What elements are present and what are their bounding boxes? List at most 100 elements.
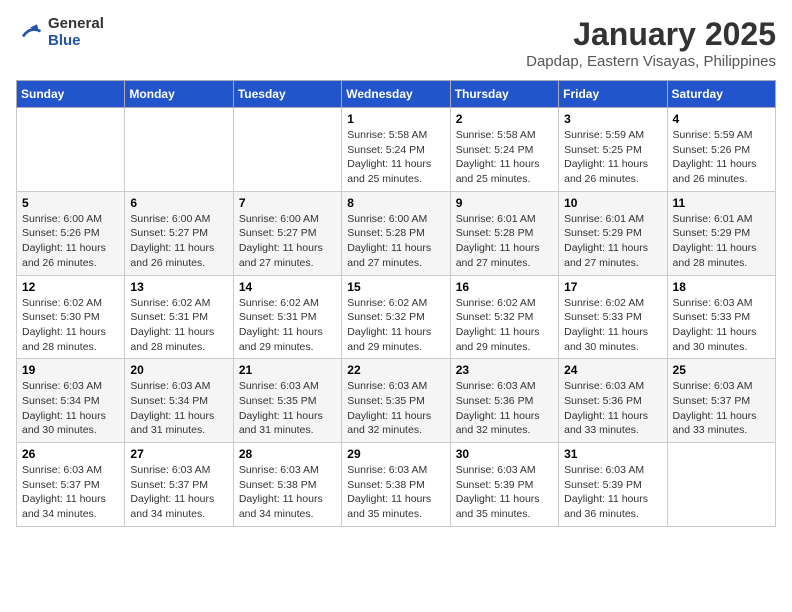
calendar-cell: 18Sunrise: 6:03 AMSunset: 5:33 PMDayligh… (667, 275, 775, 359)
calendar-cell: 30Sunrise: 6:03 AMSunset: 5:39 PMDayligh… (450, 443, 558, 527)
sunrise-text: Sunrise: 6:03 AM (239, 463, 336, 478)
day-info: Sunrise: 6:00 AMSunset: 5:27 PMDaylight:… (239, 212, 336, 271)
calendar-cell: 28Sunrise: 6:03 AMSunset: 5:38 PMDayligh… (233, 443, 341, 527)
sunset-text: Sunset: 5:37 PM (22, 478, 119, 493)
day-info: Sunrise: 6:02 AMSunset: 5:30 PMDaylight:… (22, 296, 119, 355)
calendar-cell: 7Sunrise: 6:00 AMSunset: 5:27 PMDaylight… (233, 191, 341, 275)
calendar-cell (233, 108, 341, 192)
calendar-header-row: SundayMondayTuesdayWednesdayThursdayFrid… (17, 81, 776, 108)
day-info: Sunrise: 6:03 AMSunset: 5:38 PMDaylight:… (239, 463, 336, 522)
sunset-text: Sunset: 5:24 PM (347, 143, 444, 158)
sunrise-text: Sunrise: 6:03 AM (347, 463, 444, 478)
day-info: Sunrise: 6:02 AMSunset: 5:32 PMDaylight:… (456, 296, 553, 355)
sunrise-text: Sunrise: 6:03 AM (673, 379, 770, 394)
daylight-text: Daylight: 11 hours and 32 minutes. (347, 409, 444, 438)
location-subtitle: Dapdap, Eastern Visayas, Philippines (526, 53, 776, 70)
sunrise-text: Sunrise: 6:02 AM (564, 296, 661, 311)
sunrise-text: Sunrise: 6:00 AM (239, 212, 336, 227)
sunrise-text: Sunrise: 6:03 AM (564, 379, 661, 394)
calendar-cell: 12 Sunrise: 6:02 AMSunset: 5:30 PMDayligh… (17, 275, 125, 359)
day-info: Sunrise: 6:01 AMSunset: 5:29 PMDaylight:… (564, 212, 661, 271)
sunrise-text: Sunrise: 6:03 AM (239, 379, 336, 394)
sunset-text: Sunset: 5:29 PM (673, 226, 770, 241)
sunset-text: Sunset: 5:35 PM (347, 394, 444, 409)
daylight-text: Daylight: 11 hours and 29 minutes. (456, 325, 553, 354)
day-info: Sunrise: 6:01 AMSunset: 5:28 PMDaylight:… (456, 212, 553, 271)
daylight-text: Daylight: 11 hours and 27 minutes. (456, 241, 553, 270)
day-info: Sunrise: 6:02 AMSunset: 5:33 PMDaylight:… (564, 296, 661, 355)
daylight-text: Daylight: 11 hours and 31 minutes. (130, 409, 227, 438)
sunset-text: Sunset: 5:38 PM (347, 478, 444, 493)
day-number: 9 (456, 196, 553, 210)
sunset-text: Sunset: 5:32 PM (347, 310, 444, 325)
daylight-text: Daylight: 11 hours and 26 minutes. (130, 241, 227, 270)
sunset-text: Sunset: 5:26 PM (673, 143, 770, 158)
calendar-cell: 4Sunrise: 5:59 AMSunset: 5:26 PMDaylight… (667, 108, 775, 192)
sunset-text: Sunset: 5:31 PM (239, 310, 336, 325)
sunrise-text: Sunrise: 6:03 AM (456, 379, 553, 394)
logo-blue: Blue (48, 33, 104, 50)
daylight-text: Daylight: 11 hours and 25 minutes. (347, 157, 444, 186)
day-number: 19 (22, 363, 119, 377)
sunrise-text: Sunrise: 6:03 AM (130, 463, 227, 478)
daylight-text: Daylight: 11 hours and 30 minutes. (564, 325, 661, 354)
day-number: 1 (347, 112, 444, 126)
calendar-cell: 31Sunrise: 6:03 AMSunset: 5:39 PMDayligh… (559, 443, 667, 527)
calendar-cell: 2Sunrise: 5:58 AMSunset: 5:24 PMDaylight… (450, 108, 558, 192)
day-info: Sunrise: 6:03 AMSunset: 5:36 PMDaylight:… (456, 379, 553, 438)
day-info: Sunrise: 6:03 AMSunset: 5:39 PMDaylight:… (456, 463, 553, 522)
calendar-cell: 11Sunrise: 6:01 AMSunset: 5:29 PMDayligh… (667, 191, 775, 275)
calendar-cell: 19Sunrise: 6:03 AMSunset: 5:34 PMDayligh… (17, 359, 125, 443)
sunrise-text: Sunrise: 6:03 AM (347, 379, 444, 394)
logo-icon (16, 19, 44, 47)
sunrise-text: Sunrise: 6:02 AM (456, 296, 553, 311)
day-info: Sunrise: 6:03 AMSunset: 5:37 PMDaylight:… (130, 463, 227, 522)
sunrise-text: Sunrise: 6:02 AM (130, 296, 227, 311)
sunrise-text: Sunrise: 6:03 AM (130, 379, 227, 394)
daylight-text: Daylight: 11 hours and 35 minutes. (456, 492, 553, 521)
day-number: 5 (22, 196, 119, 210)
day-info: Sunrise: 5:58 AMSunset: 5:24 PMDaylight:… (347, 128, 444, 187)
logo: General Blue (16, 16, 104, 49)
calendar-cell: 1 Sunrise: 5:58 AMSunset: 5:24 PMDaylight… (342, 108, 450, 192)
sunset-text: Sunset: 5:37 PM (673, 394, 770, 409)
day-info: Sunrise: 6:03 AMSunset: 5:39 PMDaylight:… (564, 463, 661, 522)
day-info: Sunrise: 6:03 AMSunset: 5:35 PMDaylight:… (347, 379, 444, 438)
sunrise-text: Sunrise: 5:58 AM (456, 128, 553, 143)
weekday-header: Monday (125, 81, 233, 108)
sunrise-text: Sunrise: 6:00 AM (22, 212, 119, 227)
day-number: 6 (130, 196, 227, 210)
calendar-cell: 17Sunrise: 6:02 AMSunset: 5:33 PMDayligh… (559, 275, 667, 359)
sunrise-text: Sunrise: 6:01 AM (456, 212, 553, 227)
day-number: 12 (22, 280, 119, 294)
sunrise-text: Sunrise: 6:03 AM (22, 379, 119, 394)
daylight-text: Daylight: 11 hours and 28 minutes. (22, 325, 119, 354)
logo-general: General (48, 16, 104, 33)
day-info: Sunrise: 5:58 AMSunset: 5:24 PMDaylight:… (456, 128, 553, 187)
calendar-cell: 10Sunrise: 6:01 AMSunset: 5:29 PMDayligh… (559, 191, 667, 275)
sunset-text: Sunset: 5:30 PM (22, 310, 119, 325)
sunrise-text: Sunrise: 5:59 AM (564, 128, 661, 143)
calendar-week-row: 26Sunrise: 6:03 AMSunset: 5:37 PMDayligh… (17, 443, 776, 527)
calendar-cell: 24Sunrise: 6:03 AMSunset: 5:36 PMDayligh… (559, 359, 667, 443)
day-number: 15 (347, 280, 444, 294)
sunset-text: Sunset: 5:25 PM (564, 143, 661, 158)
sunrise-text: Sunrise: 6:03 AM (564, 463, 661, 478)
day-info: Sunrise: 6:03 AMSunset: 5:38 PMDaylight:… (347, 463, 444, 522)
sunrise-text: Sunrise: 6:03 AM (456, 463, 553, 478)
daylight-text: Daylight: 11 hours and 27 minutes. (347, 241, 444, 270)
day-info: Sunrise: 6:02 AMSunset: 5:32 PMDaylight:… (347, 296, 444, 355)
day-number: 24 (564, 363, 661, 377)
calendar-cell: 16Sunrise: 6:02 AMSunset: 5:32 PMDayligh… (450, 275, 558, 359)
calendar-cell: 21Sunrise: 6:03 AMSunset: 5:35 PMDayligh… (233, 359, 341, 443)
sunrise-text: Sunrise: 6:03 AM (673, 296, 770, 311)
calendar-week-row: 5Sunrise: 6:00 AMSunset: 5:26 PMDaylight… (17, 191, 776, 275)
day-number: 14 (239, 280, 336, 294)
daylight-text: Daylight: 11 hours and 29 minutes. (239, 325, 336, 354)
day-number: 8 (347, 196, 444, 210)
daylight-text: Daylight: 11 hours and 30 minutes. (22, 409, 119, 438)
sunrise-text: Sunrise: 6:02 AM (239, 296, 336, 311)
sunset-text: Sunset: 5:32 PM (456, 310, 553, 325)
sunrise-text: Sunrise: 6:00 AM (130, 212, 227, 227)
calendar-cell: 29Sunrise: 6:03 AMSunset: 5:38 PMDayligh… (342, 443, 450, 527)
